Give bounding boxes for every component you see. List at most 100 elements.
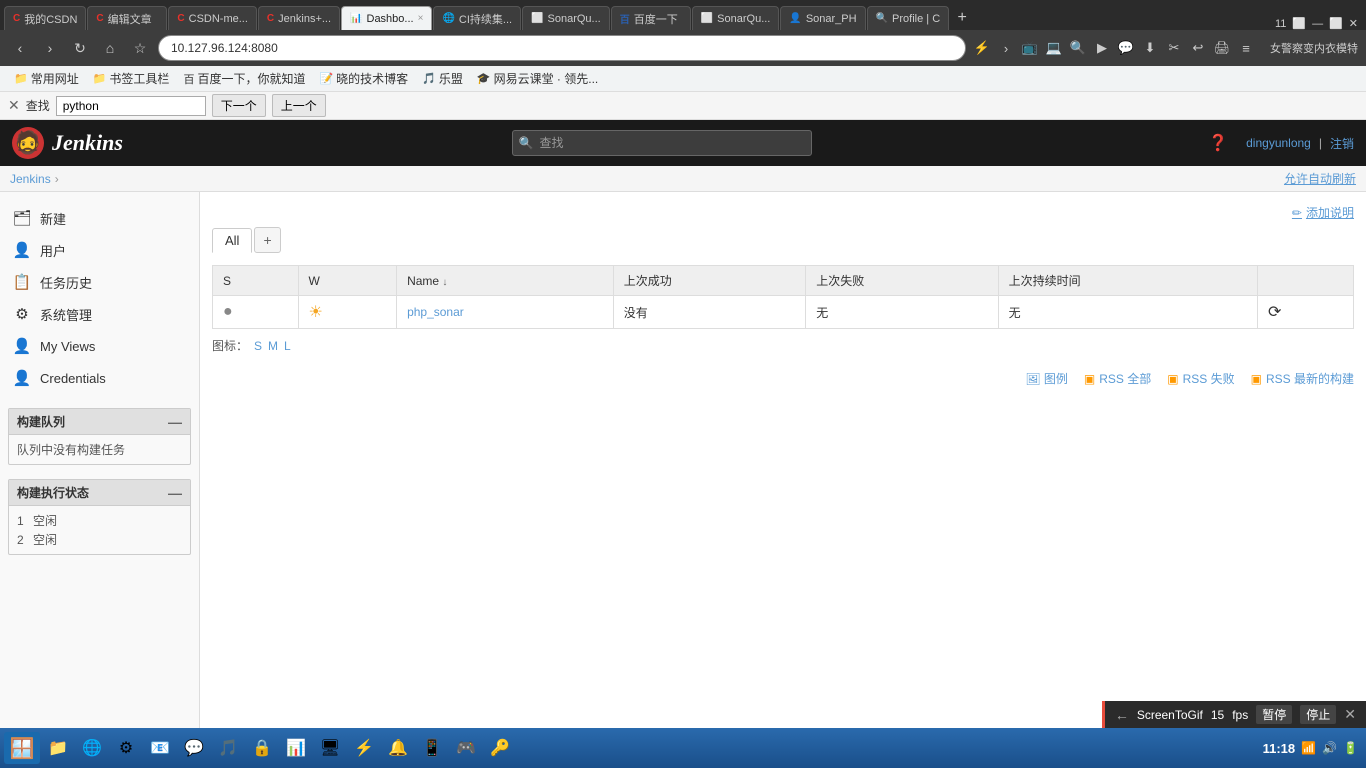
bookmark-toolbar[interactable]: 📁 书签工具栏 <box>87 68 176 89</box>
taskbar-apps3[interactable]: 💬 <box>178 732 210 764</box>
find-prev-button[interactable]: 上一个 <box>272 94 326 117</box>
volume-icon[interactable]: 🔊 <box>1322 741 1337 755</box>
refresh-button[interactable]: ↻ <box>68 36 92 60</box>
tab-ci[interactable]: 🌐 CI持续集... <box>433 6 521 30</box>
address-input[interactable] <box>158 35 966 61</box>
taskbar-apps6[interactable]: 📊 <box>280 732 312 764</box>
print-icon[interactable]: 🖨 <box>1212 38 1232 58</box>
taskbar-apps5[interactable]: 🔒 <box>246 732 278 764</box>
tab-jenkins[interactable]: C Jenkins+... <box>258 6 340 30</box>
icon-size-s[interactable]: S <box>254 339 262 353</box>
device-icon[interactable]: 💻 <box>1044 38 1064 58</box>
play-icon[interactable]: ▶ <box>1092 38 1112 58</box>
search2-icon[interactable]: 🔍 <box>1068 38 1088 58</box>
build-executor-toggle[interactable]: — <box>168 485 182 501</box>
tab-csdn1[interactable]: C 我的CSDN <box>4 6 86 30</box>
col-header-name[interactable]: Name ↓ <box>397 266 614 296</box>
download-icon[interactable]: ⬇ <box>1140 38 1160 58</box>
legend-link[interactable]: 🖼 图例 <box>1025 370 1068 387</box>
rss-fail-link[interactable]: ▣ RSS 失败 <box>1167 370 1234 387</box>
tab-close-icon[interactable]: × <box>418 13 424 24</box>
sidebar-item-new[interactable]: 🗂 新建 <box>0 202 199 234</box>
taskbar-apps9[interactable]: 🔔 <box>382 732 414 764</box>
find-next-button[interactable]: 下一个 <box>212 94 266 117</box>
taskbar-apps1[interactable]: ⚙ <box>110 732 142 764</box>
bookmark-blog[interactable]: 📝 晓的技术博客 <box>313 68 414 89</box>
taskbar-apps2[interactable]: 📧 <box>144 732 176 764</box>
jenkins-search-input[interactable] <box>540 136 811 150</box>
screentogif-x-close[interactable]: ✕ <box>1344 706 1356 723</box>
screentogif-stop-button[interactable]: 停止 <box>1300 705 1336 724</box>
folder-icon: 📁 <box>93 72 107 85</box>
back-button[interactable]: ‹ <box>8 36 32 60</box>
build-queue-toggle[interactable]: — <box>168 414 182 430</box>
bookmark-page-button[interactable]: ☆ <box>128 36 152 60</box>
maximize-icon[interactable]: ⬜ <box>1329 17 1343 30</box>
icon-size-m[interactable]: M <box>268 339 278 353</box>
help-icon[interactable]: ❓ <box>1200 133 1236 153</box>
tab-csdn3[interactable]: C CSDN-me... <box>168 6 257 30</box>
menu-icon[interactable]: ≡ <box>1236 38 1256 58</box>
find-input[interactable] <box>56 96 206 116</box>
icon-size-l[interactable]: L <box>284 339 291 353</box>
tab-add[interactable]: + <box>254 227 280 253</box>
screentogif-pause-button[interactable]: 暂停 <box>1256 705 1292 724</box>
close-window-icon[interactable]: ✕ <box>1349 17 1358 30</box>
rss-latest-link[interactable]: ▣ RSS 最新的构建 <box>1251 370 1354 387</box>
auto-refresh-link[interactable]: 允许自动刷新 <box>1284 170 1356 187</box>
cast-icon[interactable]: 📺 <box>1020 38 1040 58</box>
forward-button[interactable]: › <box>38 36 62 60</box>
forward-icon[interactable]: › <box>996 38 1016 58</box>
taskbar-apps11[interactable]: 🎮 <box>450 732 482 764</box>
bookmark-lm[interactable]: 🎵 乐盟 <box>416 68 469 89</box>
sidebar-item-myviews[interactable]: 👤 My Views <box>0 330 199 362</box>
new-tab-button[interactable]: + <box>950 6 974 30</box>
taskbar-apps7[interactable]: 🖥 <box>314 732 346 764</box>
rss-all-link[interactable]: ▣ RSS 全部 <box>1084 370 1151 387</box>
taskbar-apps12[interactable]: 🔑 <box>484 732 516 764</box>
lightning-icon[interactable]: ⚡ <box>972 38 992 58</box>
add-description-link[interactable]: ✏ 添加说明 <box>1292 204 1354 221</box>
chat-icon[interactable]: 💬 <box>1116 38 1136 58</box>
sidebar-item-system[interactable]: ⚙ 系统管理 <box>0 298 199 330</box>
table-header-row: S W Name ↓ 上次成功 上次失败 <box>213 266 1354 296</box>
taskbar-apps10[interactable]: 📱 <box>416 732 448 764</box>
start-button[interactable]: 🪟 <box>4 732 40 764</box>
tab-csdn2[interactable]: C 编辑文章 <box>87 6 167 30</box>
sidebar-item-credentials[interactable]: 👤 Credentials <box>0 362 199 394</box>
sidebar-item-task-history[interactable]: 📋 任务历史 <box>0 266 199 298</box>
bookmark-baidu[interactable]: 百 百度一下，你就知道 <box>177 68 311 89</box>
breadcrumb-jenkins-link[interactable]: Jenkins <box>10 172 51 186</box>
username-link[interactable]: dingyunlong <box>1246 136 1311 150</box>
home-button[interactable]: ⌂ <box>98 36 122 60</box>
tab-baidu[interactable]: 百 百度一下 <box>611 6 691 30</box>
restore-icon[interactable]: ⬜ <box>1292 17 1306 30</box>
build-action-icon[interactable]: ⟳ <box>1268 304 1281 321</box>
find-close-button[interactable]: ✕ <box>8 97 20 114</box>
tab-sonar1[interactable]: ⬜ SonarQu... <box>522 6 610 30</box>
add-description-icon: ✏ <box>1292 206 1302 220</box>
sidebar-item-users[interactable]: 👤 用户 <box>0 234 199 266</box>
tab-dashboard[interactable]: 📊 Dashbo... × <box>341 6 432 30</box>
screentogif-close[interactable]: ← <box>1115 707 1129 723</box>
bookmark-wangyi[interactable]: 🎓 网易云课堂 · 领先... <box>471 68 604 89</box>
taskbar-apps4[interactable]: 🎵 <box>212 732 244 764</box>
tab-all[interactable]: All <box>212 228 252 253</box>
tab-sonar2[interactable]: ⬜ SonarQu... <box>692 6 780 30</box>
taskbar-browser[interactable]: 🌐 <box>76 732 108 764</box>
undo-icon[interactable]: ↩ <box>1188 38 1208 58</box>
taskbar-apps8[interactable]: ⚡ <box>348 732 380 764</box>
job-last-duration-cell: 无 <box>998 296 1257 329</box>
tab-sonar-ph[interactable]: 👤 Sonar_PH <box>780 6 865 30</box>
taskbar-files[interactable]: 📁 <box>42 732 74 764</box>
job-name-link[interactable]: php_sonar <box>407 305 464 319</box>
search-bar-text: 女警察变内衣模特 <box>1270 40 1358 56</box>
tab-controls: 11 ⬜ — ⬜ ✕ <box>1275 17 1366 30</box>
scissors-icon[interactable]: ✂ <box>1164 38 1184 58</box>
tab-profile[interactable]: 🔍 Profile | C <box>867 6 950 30</box>
logout-link[interactable]: 注销 <box>1330 135 1354 152</box>
sidebar-history-label: 任务历史 <box>40 273 92 292</box>
toolbar-icons: ⚡ › 📺 💻 🔍 ▶ 💬 ⬇ ✂ ↩ 🖨 ≡ <box>972 38 1256 58</box>
minimize-icon[interactable]: — <box>1312 18 1323 30</box>
bookmark-common[interactable]: 📁 常用网址 <box>8 68 85 89</box>
